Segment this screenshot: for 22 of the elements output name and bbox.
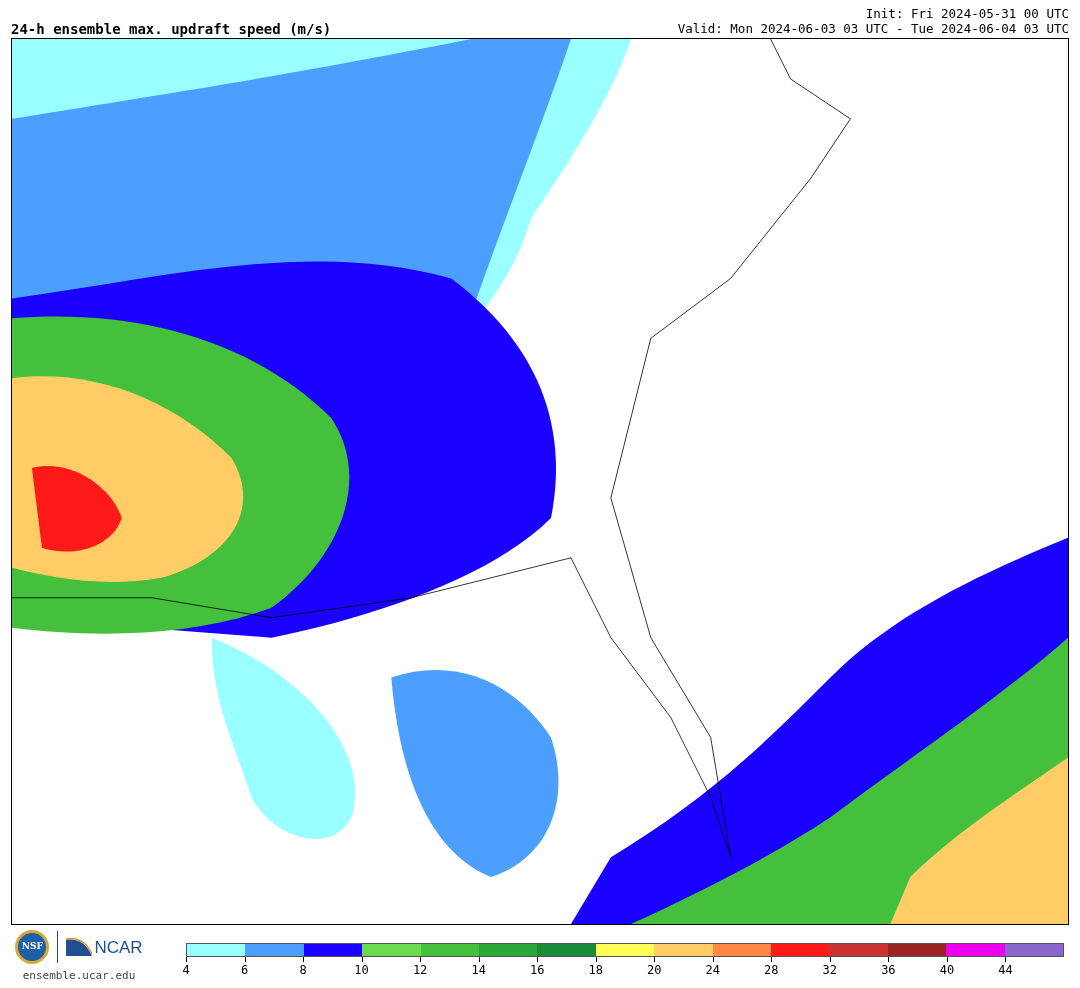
- tick-label: 6: [240, 964, 249, 976]
- tick-label: 32: [822, 964, 838, 976]
- valid-time: Valid: Mon 2024-06-03 03 UTC - Tue 2024-06-04 03 UTC: [677, 21, 1069, 36]
- tick-label: 4: [182, 964, 190, 976]
- tick-label: 44: [998, 964, 1013, 976]
- website-url: ensemble.ucar.edu: [22, 968, 136, 984]
- tick-label: 14: [471, 964, 486, 976]
- tick-label: 24: [705, 964, 720, 976]
- init-time: Init: Fri 2024-05-31 00 UTC: [865, 6, 1069, 21]
- ncar-logo-text: NCAR: [94, 939, 143, 956]
- tick-label: 36: [881, 964, 896, 976]
- tick-label: 28: [764, 964, 779, 976]
- tick-label: 16: [529, 964, 545, 976]
- tick-label: 20: [647, 964, 662, 976]
- wedge-icon: [66, 938, 93, 956]
- tick-label: 12: [412, 964, 428, 976]
- tick-label: 18: [588, 964, 603, 976]
- tick-label: 10: [354, 964, 369, 976]
- tick-label: 40: [939, 964, 955, 976]
- tick-label: 8: [299, 964, 307, 976]
- nsf-logo: NSF: [15, 930, 50, 964]
- plot-title: 24-h ensemble max. updraft speed (m/s): [11, 22, 332, 36]
